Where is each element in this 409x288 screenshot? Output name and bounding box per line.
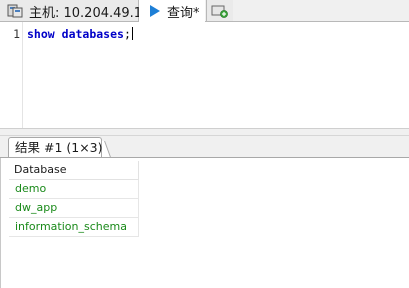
table-row[interactable]: dw_app [9, 199, 139, 218]
sql-code-line[interactable]: show databases; [27, 27, 133, 41]
text-caret [131, 27, 133, 40]
table-row[interactable]: demo [9, 180, 139, 199]
sql-editor[interactable]: 1 show databases; [0, 22, 409, 129]
new-tab-icon [211, 4, 229, 18]
line-number: 1 [13, 27, 20, 41]
server-icon [7, 4, 23, 18]
editor-tab-bar: 主机: 10.204.49.17 查询* [0, 0, 409, 23]
result-grid: Database demo dw_app information_schema [9, 161, 139, 237]
line-gutter: 1 [0, 22, 23, 128]
pane-splitter[interactable] [0, 129, 409, 136]
tab-query-label: 查询* [167, 5, 200, 21]
tab-result-1[interactable]: 结果 #1 (1×3) [8, 137, 103, 157]
play-icon [149, 4, 161, 18]
tab-host[interactable]: 主机: 10.204.49.17 [0, 0, 150, 22]
sql-keyword-databases: databases [61, 27, 124, 41]
tab-host-label: 主机: 10.204.49.17 [29, 5, 151, 21]
new-query-tab-button[interactable] [206, 0, 233, 22]
sql-keyword-show: show [27, 27, 55, 41]
result-grid-area: Database demo dw_app information_schema [0, 158, 409, 288]
table-row[interactable]: information_schema [9, 218, 139, 237]
column-header-database[interactable]: Database [9, 161, 139, 180]
sql-terminator: ; [123, 27, 131, 41]
tab-query[interactable]: 查询* [139, 0, 205, 23]
